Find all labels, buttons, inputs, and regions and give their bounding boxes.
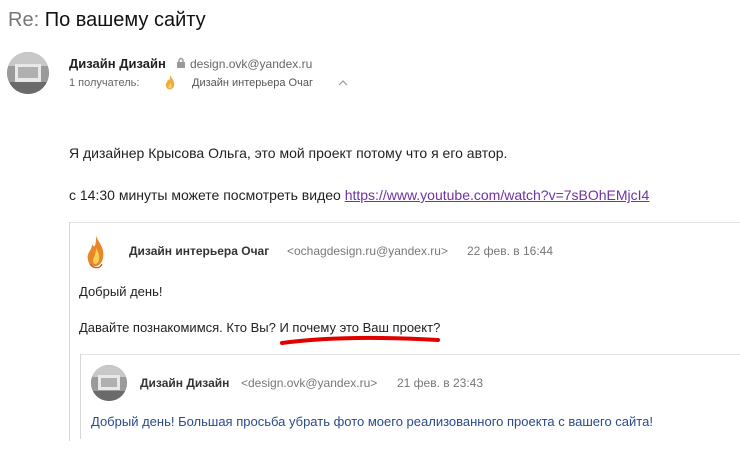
flame-icon [165,75,175,90]
chevron-up-icon[interactable] [338,79,348,86]
quote2-date: 21 фев. в 23:43 [397,376,484,390]
quote1-greeting: Добрый день! [79,284,163,299]
recipient-name[interactable]: Дизайн интерьера Очаг [192,77,313,89]
sender-email[interactable]: design.ovk@yandex.ru [190,57,312,71]
subject-prefix: Re: [8,9,40,31]
flame-icon [87,236,104,269]
message-line-2: с 14:30 минуты можете посмотреть видео h… [69,187,649,203]
quote1-question: Давайте познакомимся. Кто Вы? И почему э… [79,320,441,335]
quote1-date: 22 фев. в 16:44 [467,244,554,258]
quote2-sender-email[interactable]: <design.ovk@yandex.ru> [241,376,377,390]
sender-avatar[interactable] [7,52,49,94]
quote1-sender-name[interactable]: Дизайн интерьера Очаг [129,244,269,258]
email-subject: Re: По вашему сайту [8,9,206,32]
recipients-label: 1 получатель: [69,77,140,89]
subject-text: По вашему сайту [44,9,206,31]
red-underline-annotation [280,335,440,345]
quote-divider [70,222,740,223]
quote1-sender-email[interactable]: <ochagdesign.ru@yandex.ru> [287,244,448,258]
quote2-sender-name[interactable]: Дизайн Дизайн [140,376,229,390]
lock-icon [177,57,185,68]
sender-name[interactable]: Дизайн Дизайн [69,56,166,71]
message-line-1: Я дизайнер Крысова Ольга, это мой проект… [69,145,508,161]
message-line-2-text: с 14:30 минуты можете посмотреть видео [69,187,341,203]
video-link[interactable]: https://www.youtube.com/watch?v=7sBOhEMj… [345,187,650,203]
quote2-text: Добрый день! Большая просьба убрать фото… [91,414,653,429]
quote-divider [81,354,740,355]
quote2-avatar[interactable] [91,365,127,401]
